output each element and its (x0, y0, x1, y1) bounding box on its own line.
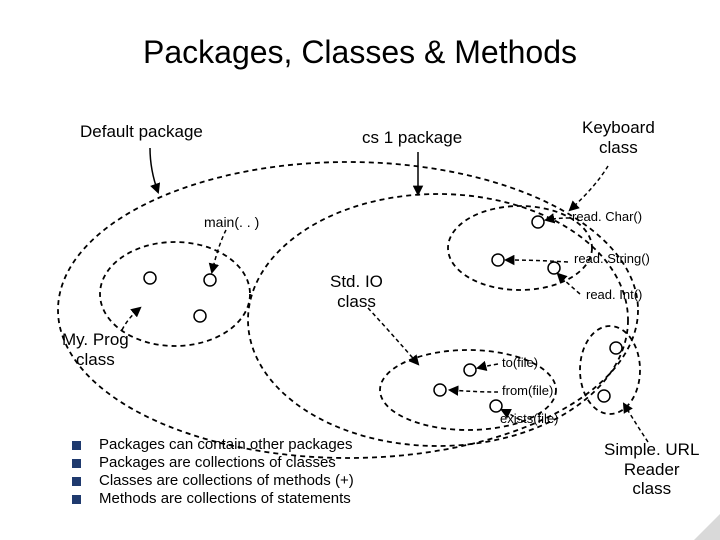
slide: Packages, Classes & Methods (0, 0, 720, 540)
bullet-list: Packages can contain other packages Pack… (72, 435, 354, 508)
label-tofile: to(file) (502, 356, 538, 371)
label-readint: read. Int() (586, 288, 642, 303)
label-main: main(. . ) (204, 214, 259, 230)
bullet-text: Classes are collections of methods (+) (99, 472, 354, 489)
bullet-icon (72, 459, 81, 468)
label-fromfile: from(file) (502, 384, 553, 399)
label-readchar: read. Char() (572, 210, 642, 225)
bullet-item: Packages are collections of classes (72, 454, 354, 471)
bullet-item: Methods are collections of statements (72, 490, 354, 507)
bullet-item: Packages can contain other packages (72, 436, 354, 453)
page-fold-icon (694, 514, 720, 540)
bullet-icon (72, 495, 81, 504)
bullet-item: Classes are collections of methods (+) (72, 472, 354, 489)
label-myprog-class: My. Prog class (62, 330, 129, 369)
label-stdio-class: Std. IO class (330, 272, 383, 311)
label-existsfile: exists(file) (500, 412, 559, 427)
label-default-package: Default package (80, 122, 203, 142)
bullet-icon (72, 477, 81, 486)
label-cs1-package: cs 1 package (362, 128, 462, 148)
bullet-icon (72, 441, 81, 450)
label-readstring: read. String() (574, 252, 650, 267)
bullet-text: Methods are collections of statements (99, 490, 351, 507)
label-simpleurl: Simple. URL Reader class (604, 440, 699, 499)
label-keyboard-class: Keyboard class (582, 118, 655, 157)
slide-title: Packages, Classes & Methods (0, 34, 720, 71)
bullet-text: Packages can contain other packages (99, 436, 353, 453)
bullet-text: Packages are collections of classes (99, 454, 336, 471)
